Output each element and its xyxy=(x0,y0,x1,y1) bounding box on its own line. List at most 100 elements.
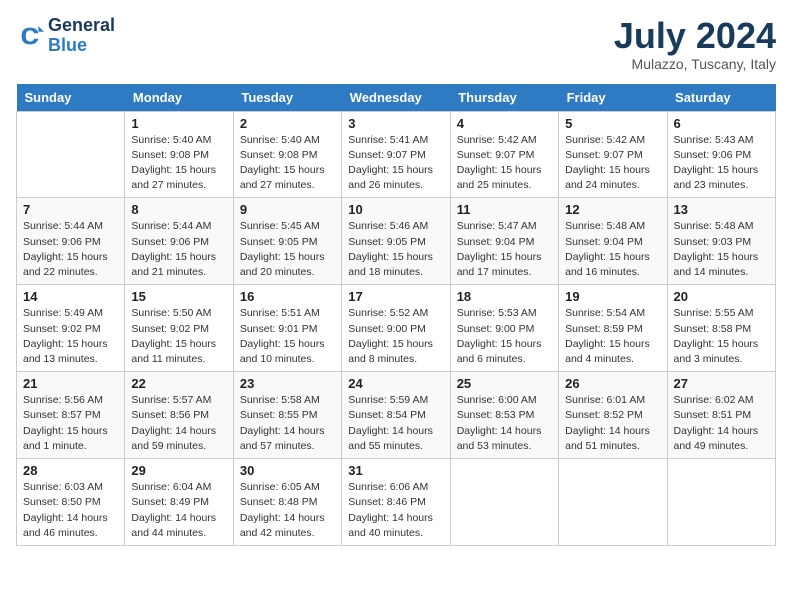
logo-text: GeneralBlue xyxy=(48,16,115,56)
day-info: Sunrise: 5:51 AM Sunset: 9:01 PM Dayligh… xyxy=(240,306,335,367)
day-number: 31 xyxy=(348,463,443,478)
logo-icon xyxy=(16,22,44,50)
weekday-header: Wednesday xyxy=(342,84,450,112)
day-number: 11 xyxy=(457,202,552,217)
day-number: 20 xyxy=(674,289,769,304)
day-number: 6 xyxy=(674,116,769,131)
calendar-cell: 28 Sunrise: 6:03 AM Sunset: 8:50 PM Dayli… xyxy=(17,459,125,546)
day-info: Sunrise: 5:44 AM Sunset: 9:06 PM Dayligh… xyxy=(23,219,118,280)
calendar-cell: 3 Sunrise: 5:41 AM Sunset: 9:07 PM Daylig… xyxy=(342,111,450,198)
day-number: 14 xyxy=(23,289,118,304)
weekday-header: Friday xyxy=(559,84,667,112)
calendar-cell: 25Sunrise: 6:00 AM Sunset: 8:53 PM Dayli… xyxy=(450,372,558,459)
weekday-header-row: SundayMondayTuesdayWednesdayThursdayFrid… xyxy=(17,84,776,112)
day-number: 19 xyxy=(565,289,660,304)
weekday-header: Monday xyxy=(125,84,233,112)
day-info: Sunrise: 5:40 AM Sunset: 9:08 PM Dayligh… xyxy=(131,133,226,194)
calendar-cell: 30 Sunrise: 6:05 AM Sunset: 8:48 PM Dayli… xyxy=(233,459,341,546)
calendar-cell: 15 Sunrise: 5:50 AM Sunset: 9:02 PM Dayli… xyxy=(125,285,233,372)
calendar-cell xyxy=(559,459,667,546)
day-info: Sunrise: 5:44 AM Sunset: 9:06 PM Dayligh… xyxy=(131,219,226,280)
day-number: 29 xyxy=(131,463,226,478)
calendar-cell: 19 Sunrise: 5:54 AM Sunset: 8:59 PM Dayli… xyxy=(559,285,667,372)
day-info: Sunrise: 5:42 AM Sunset: 9:07 PM Dayligh… xyxy=(565,133,660,194)
day-info: Sunrise: 6:01 AM Sunset: 8:52 PM Dayligh… xyxy=(565,393,660,454)
calendar-week-row: 1 Sunrise: 5:40 AM Sunset: 9:08 PM Daylig… xyxy=(17,111,776,198)
day-info: Sunrise: 5:57 AM Sunset: 8:56 PM Dayligh… xyxy=(131,393,226,454)
day-info: Sunrise: 6:05 AM Sunset: 8:48 PM Dayligh… xyxy=(240,480,335,541)
day-info: Sunrise: 5:53 AM Sunset: 9:00 PM Dayligh… xyxy=(457,306,552,367)
day-number: 12 xyxy=(565,202,660,217)
calendar-cell: 7 Sunrise: 5:44 AM Sunset: 9:06 PM Daylig… xyxy=(17,198,125,285)
calendar-cell: 14 Sunrise: 5:49 AM Sunset: 9:02 PM Dayli… xyxy=(17,285,125,372)
day-info: Sunrise: 5:56 AM Sunset: 8:57 PM Dayligh… xyxy=(23,393,118,454)
calendar-cell: 10Sunrise: 5:46 AM Sunset: 9:05 PM Dayli… xyxy=(342,198,450,285)
day-info: Sunrise: 6:04 AM Sunset: 8:49 PM Dayligh… xyxy=(131,480,226,541)
day-info: Sunrise: 5:40 AM Sunset: 9:08 PM Dayligh… xyxy=(240,133,335,194)
weekday-header: Saturday xyxy=(667,84,775,112)
calendar-cell xyxy=(17,111,125,198)
calendar-cell: 9 Sunrise: 5:45 AM Sunset: 9:05 PM Daylig… xyxy=(233,198,341,285)
day-info: Sunrise: 5:48 AM Sunset: 9:04 PM Dayligh… xyxy=(565,219,660,280)
calendar-cell: 4Sunrise: 5:42 AM Sunset: 9:07 PM Daylig… xyxy=(450,111,558,198)
day-info: Sunrise: 5:45 AM Sunset: 9:05 PM Dayligh… xyxy=(240,219,335,280)
day-number: 8 xyxy=(131,202,226,217)
day-number: 1 xyxy=(131,116,226,131)
day-info: Sunrise: 6:03 AM Sunset: 8:50 PM Dayligh… xyxy=(23,480,118,541)
day-number: 23 xyxy=(240,376,335,391)
calendar-cell xyxy=(667,459,775,546)
day-number: 30 xyxy=(240,463,335,478)
calendar-cell: 21 Sunrise: 5:56 AM Sunset: 8:57 PM Dayli… xyxy=(17,372,125,459)
day-info: Sunrise: 5:41 AM Sunset: 9:07 PM Dayligh… xyxy=(348,133,443,194)
day-number: 15 xyxy=(131,289,226,304)
day-info: Sunrise: 5:50 AM Sunset: 9:02 PM Dayligh… xyxy=(131,306,226,367)
day-info: Sunrise: 5:42 AM Sunset: 9:07 PM Dayligh… xyxy=(457,133,552,194)
calendar-week-row: 7 Sunrise: 5:44 AM Sunset: 9:06 PM Daylig… xyxy=(17,198,776,285)
day-number: 17 xyxy=(348,289,443,304)
day-number: 5 xyxy=(565,116,660,131)
calendar-week-row: 21 Sunrise: 5:56 AM Sunset: 8:57 PM Dayli… xyxy=(17,372,776,459)
calendar-cell: 20Sunrise: 5:55 AM Sunset: 8:58 PM Dayli… xyxy=(667,285,775,372)
day-number: 26 xyxy=(565,376,660,391)
day-info: Sunrise: 5:48 AM Sunset: 9:03 PM Dayligh… xyxy=(674,219,769,280)
day-number: 7 xyxy=(23,202,118,217)
logo: GeneralBlue xyxy=(16,16,115,56)
day-info: Sunrise: 5:49 AM Sunset: 9:02 PM Dayligh… xyxy=(23,306,118,367)
day-info: Sunrise: 5:54 AM Sunset: 8:59 PM Dayligh… xyxy=(565,306,660,367)
location: Mulazzo, Tuscany, Italy xyxy=(614,56,776,72)
day-number: 28 xyxy=(23,463,118,478)
day-number: 18 xyxy=(457,289,552,304)
calendar-cell xyxy=(450,459,558,546)
weekday-header: Thursday xyxy=(450,84,558,112)
day-info: Sunrise: 5:43 AM Sunset: 9:06 PM Dayligh… xyxy=(674,133,769,194)
day-info: Sunrise: 5:52 AM Sunset: 9:00 PM Dayligh… xyxy=(348,306,443,367)
day-info: Sunrise: 6:00 AM Sunset: 8:53 PM Dayligh… xyxy=(457,393,552,454)
calendar-cell: 5 Sunrise: 5:42 AM Sunset: 9:07 PM Daylig… xyxy=(559,111,667,198)
day-number: 9 xyxy=(240,202,335,217)
day-info: Sunrise: 5:47 AM Sunset: 9:04 PM Dayligh… xyxy=(457,219,552,280)
day-number: 21 xyxy=(23,376,118,391)
title-block: July 2024 Mulazzo, Tuscany, Italy xyxy=(614,16,776,72)
calendar-table: SundayMondayTuesdayWednesdayThursdayFrid… xyxy=(16,84,776,546)
calendar-cell: 11 Sunrise: 5:47 AM Sunset: 9:04 PM Dayli… xyxy=(450,198,558,285)
calendar-cell: 18 Sunrise: 5:53 AM Sunset: 9:00 PM Dayli… xyxy=(450,285,558,372)
calendar-cell: 24 Sunrise: 5:59 AM Sunset: 8:54 PM Dayli… xyxy=(342,372,450,459)
weekday-header: Tuesday xyxy=(233,84,341,112)
calendar-cell: 6 Sunrise: 5:43 AM Sunset: 9:06 PM Daylig… xyxy=(667,111,775,198)
day-number: 2 xyxy=(240,116,335,131)
day-number: 16 xyxy=(240,289,335,304)
day-number: 22 xyxy=(131,376,226,391)
day-number: 3 xyxy=(348,116,443,131)
day-info: Sunrise: 5:59 AM Sunset: 8:54 PM Dayligh… xyxy=(348,393,443,454)
month-title: July 2024 xyxy=(614,16,776,56)
calendar-cell: 29 Sunrise: 6:04 AM Sunset: 8:49 PM Dayli… xyxy=(125,459,233,546)
day-number: 13 xyxy=(674,202,769,217)
day-number: 24 xyxy=(348,376,443,391)
calendar-cell: 17 Sunrise: 5:52 AM Sunset: 9:00 PM Dayli… xyxy=(342,285,450,372)
day-number: 27 xyxy=(674,376,769,391)
calendar-cell: 27Sunrise: 6:02 AM Sunset: 8:51 PM Dayli… xyxy=(667,372,775,459)
day-info: Sunrise: 5:58 AM Sunset: 8:55 PM Dayligh… xyxy=(240,393,335,454)
calendar-week-row: 28 Sunrise: 6:03 AM Sunset: 8:50 PM Dayli… xyxy=(17,459,776,546)
page-header: GeneralBlue July 2024 Mulazzo, Tuscany, … xyxy=(16,16,776,72)
calendar-cell: 23 Sunrise: 5:58 AM Sunset: 8:55 PM Dayli… xyxy=(233,372,341,459)
